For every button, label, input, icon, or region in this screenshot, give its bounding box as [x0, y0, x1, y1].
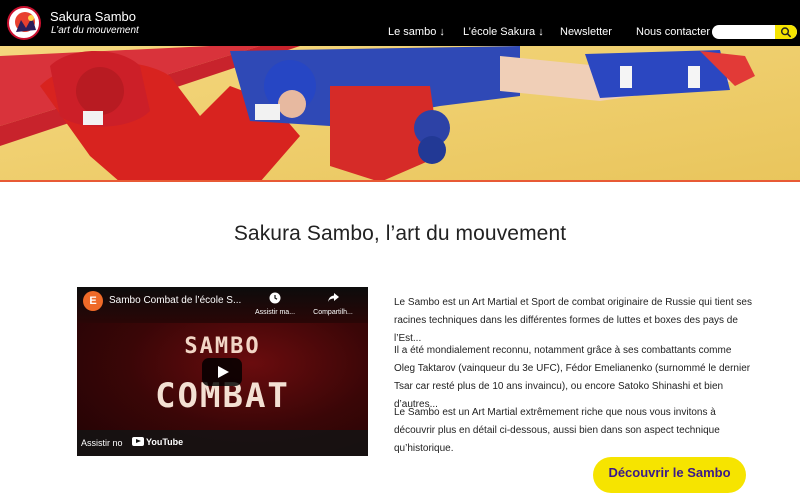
youtube-label: YouTube	[146, 437, 184, 447]
top-navbar: Sakura Sambo L’art du mouvement Le sambo…	[0, 0, 800, 46]
discover-sambo-button[interactable]: Découvrir le Sambo	[593, 457, 746, 493]
video-overlay-sambo: SAMBO	[184, 334, 261, 359]
watch-later-label: Assistir ma...	[254, 309, 296, 316]
search-icon	[780, 27, 791, 38]
hero-divider	[0, 180, 800, 182]
video-embed[interactable]: E Sambo Combat de l’école S... Assistir …	[77, 287, 368, 456]
intro-paragraph-1: Le Sambo est un Art Martial et Sport de …	[394, 297, 752, 344]
channel-avatar[interactable]: E	[83, 291, 103, 311]
nav-item-ecole-sakura[interactable]: L’école Sakura ↓	[463, 26, 544, 38]
intro-paragraph-3: Le Sambo est un Art Martial extrêmement …	[394, 407, 720, 454]
search-button[interactable]	[775, 25, 797, 39]
watch-later-button[interactable]: Assistir ma...	[249, 291, 301, 316]
nav-item-newsletter[interactable]: Newsletter	[560, 26, 612, 38]
play-icon[interactable]	[202, 358, 242, 386]
watch-on-youtube-bar[interactable]: Assistir no YouTube	[77, 430, 368, 456]
clock-icon	[269, 292, 281, 304]
share-icon	[327, 293, 339, 302]
hero-image	[0, 46, 800, 182]
brand-subtitle: L’art du mouvement	[51, 25, 139, 36]
share-button[interactable]: Compartilh...	[305, 291, 361, 316]
nav-item-le-sambo[interactable]: Le sambo ↓	[388, 26, 445, 38]
search-input[interactable]	[712, 25, 776, 39]
sakura-logo[interactable]	[7, 6, 41, 40]
nav-item-nous-contacter[interactable]: Nous contacter	[636, 26, 710, 38]
share-label: Compartilh...	[313, 309, 353, 316]
video-title[interactable]: Sambo Combat de l’école S...	[109, 295, 241, 306]
brand-title[interactable]: Sakura Sambo	[50, 9, 136, 24]
youtube-icon	[132, 437, 144, 446]
watch-on-label: Assistir no	[81, 438, 123, 448]
page-title: Sakura Sambo, l’art du mouvement	[233, 222, 567, 245]
search-box	[712, 25, 797, 39]
